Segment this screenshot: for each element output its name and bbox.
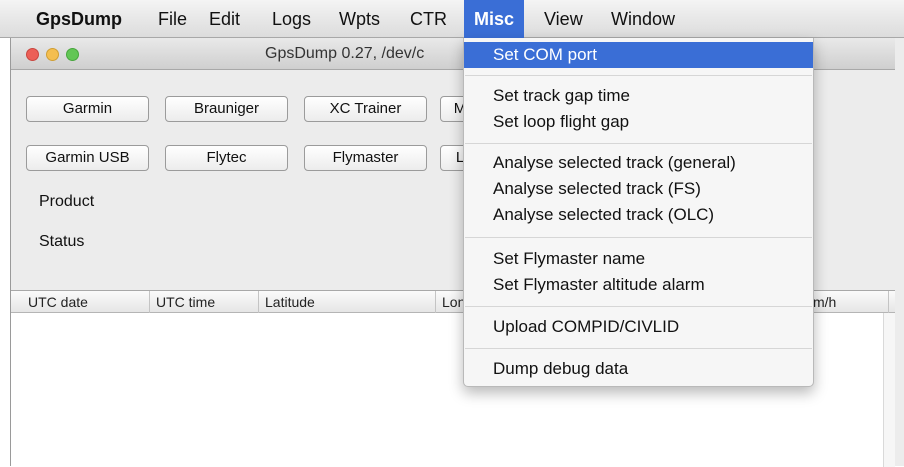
menu-view[interactable]: View [536,0,591,38]
menu-misc[interactable]: Misc [464,0,524,38]
menu-item-set-com-port[interactable]: Set COM port [464,42,813,68]
column-latitude[interactable]: Latitude [259,291,436,313]
menu-logs[interactable]: Logs [264,0,319,38]
menu-separator [465,306,812,307]
menu-ctr[interactable]: CTR [402,0,455,38]
menu-item-set-flymaster-altitude-alarm[interactable]: Set Flymaster altitude alarm [464,272,813,298]
menu-item-set-track-gap-time[interactable]: Set track gap time [464,83,813,109]
menu-file[interactable]: File [150,0,195,38]
column-speed[interactable]: m/h [809,291,889,313]
menu-item-upload-compid-civlid[interactable]: Upload COMPID/CIVLID [464,314,813,340]
column-utc-time[interactable]: UTC time [150,291,259,313]
flytec-button[interactable]: Flytec [165,145,288,171]
garmin-button[interactable]: Garmin [26,96,149,122]
misc-dropdown-menu: Set COM port Set track gap time Set loop… [463,38,814,387]
menu-item-analyse-olc[interactable]: Analyse selected track (OLC) [464,202,813,228]
product-label: Product [39,193,95,210]
menu-app-gpsdump[interactable]: GpsDump [28,0,130,38]
status-label: Status [39,233,85,250]
menu-wpts[interactable]: Wpts [331,0,388,38]
menu-separator [465,348,812,349]
menu-separator [465,143,812,144]
garmin-usb-button[interactable]: Garmin USB [26,145,149,171]
xc-trainer-button[interactable]: XC Trainer [304,96,427,122]
menu-bar: GpsDump File Edit Logs Wpts CTR Misc Vie… [0,0,904,38]
table-scrollbar[interactable] [883,313,895,467]
menu-item-set-loop-flight-gap[interactable]: Set loop flight gap [464,109,813,135]
menu-item-set-flymaster-name[interactable]: Set Flymaster name [464,246,813,272]
menu-item-dump-debug-data[interactable]: Dump debug data [464,356,813,382]
brauniger-button[interactable]: Brauniger [165,96,288,122]
flymaster-button[interactable]: Flymaster [304,145,427,171]
close-window-button[interactable] [26,48,39,61]
menu-edit[interactable]: Edit [201,0,248,38]
zoom-window-button[interactable] [66,48,79,61]
menu-item-analyse-general[interactable]: Analyse selected track (general) [464,150,813,176]
menu-window[interactable]: Window [603,0,683,38]
menu-item-analyse-fs[interactable]: Analyse selected track (FS) [464,176,813,202]
column-utc-date[interactable]: UTC date [11,291,150,313]
minimize-window-button[interactable] [46,48,59,61]
menu-separator [465,237,812,238]
menu-separator [465,75,812,76]
window-title: GpsDump 0.27, /dev/c [265,45,425,62]
